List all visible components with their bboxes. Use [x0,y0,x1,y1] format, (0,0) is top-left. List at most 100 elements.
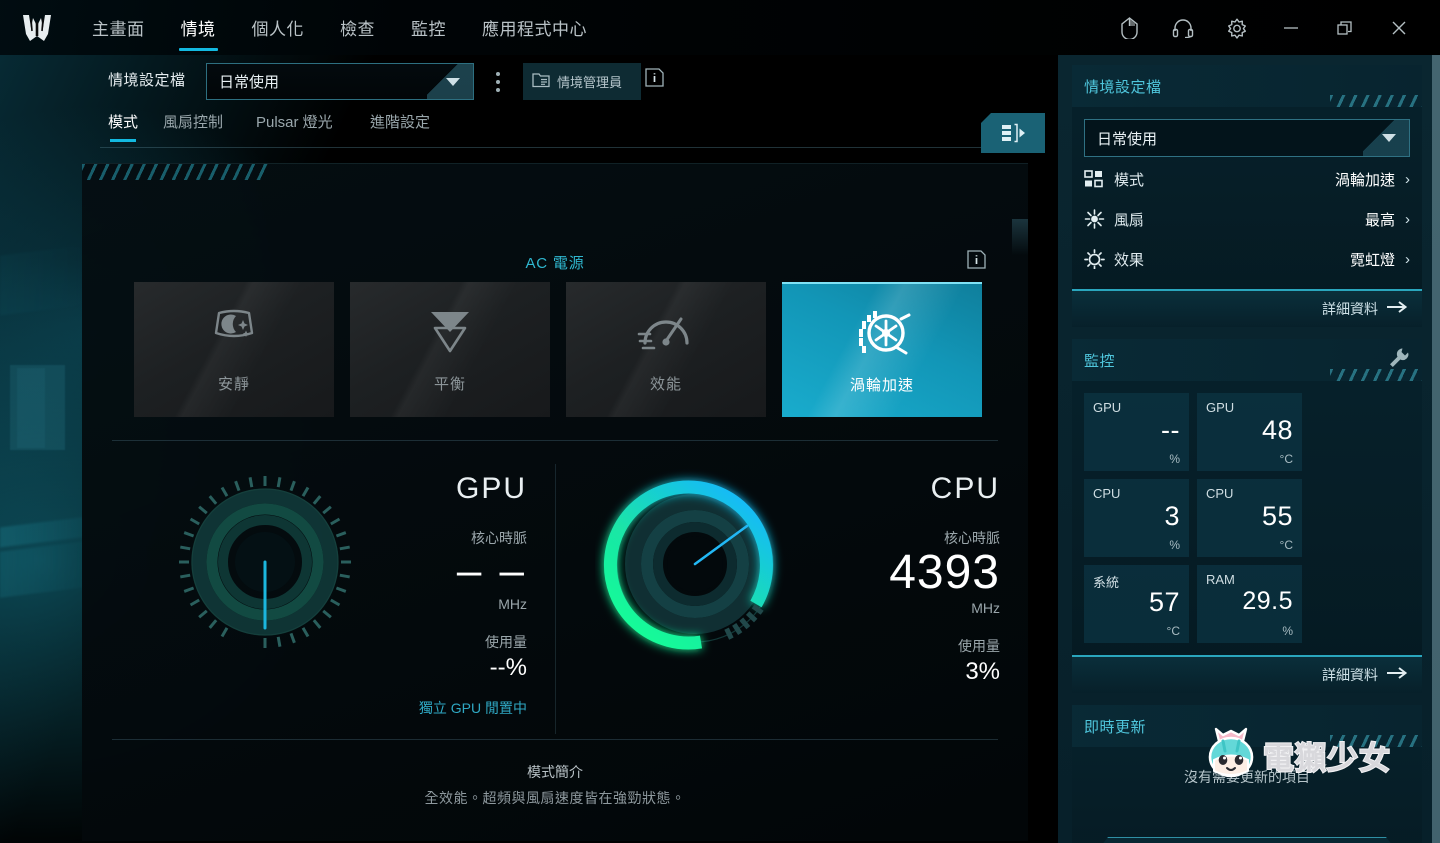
main-navigation: 主畫面 情境 個人化 檢查 監控 應用程式中心 [74,0,605,55]
chevron-down-icon [1382,134,1396,142]
mode-description-body: 全效能。超頻與風扇速度皆在強勁狀態。 [424,790,686,806]
mode-description: 模式簡介 全效能。超頻與風扇速度皆在強勁狀態。 [82,762,1028,808]
chevron-down-icon [446,78,460,86]
title-bar: 主畫面 情境 個人化 檢查 監控 應用程式中心 [0,0,1440,55]
sidebar-monitor-title: 監控 [1084,352,1116,370]
gpu-dial [170,464,360,664]
close-icon[interactable] [1372,0,1426,55]
sidebar-row-fan[interactable]: 風扇 最高 › [1084,201,1410,237]
mode-card-balanced[interactable]: 平衡 [350,282,550,417]
nav-item-home[interactable]: 主畫面 [74,0,163,55]
nav-item-personalize[interactable]: 個人化 [234,0,323,55]
restore-icon[interactable] [1318,0,1372,55]
tile-key: CPU [1206,486,1234,501]
hatch-decoration-right [1012,219,1028,255]
tile-unit: % [1282,624,1293,638]
info-icon[interactable] [967,250,986,274]
sidebar-profile-value: 日常使用 [1097,130,1158,148]
gauge-divider [555,464,556,734]
tab-label: 進階設定 [370,114,431,131]
mode-content-panel: AC 電源 安靜 平衡 效能 渦輪加速 GPU 核心時脈 – – MHz 使用量… [82,163,1028,841]
cpu-clock-value: 4393 [889,546,1000,599]
panel-toggle-icon[interactable] [981,113,1045,153]
sidebar-profile-details-link[interactable]: 詳細資料 [1072,289,1422,327]
gauge-gpu: GPU 核心時脈 – – MHz 使用量 --% 獨立 GPU 閒置中 [82,454,555,744]
mode-card-quiet[interactable]: 安靜 [134,282,334,417]
tile-value: 29.5 [1242,587,1293,615]
sidebar-update-title: 即時更新 [1084,718,1147,736]
nav-label: 應用程式中心 [482,20,587,39]
wrench-icon[interactable] [1388,347,1410,374]
details-label: 詳細資料 [1322,301,1378,317]
sidebar-scrollbar[interactable] [1432,55,1440,843]
gear-icon[interactable] [1210,0,1264,55]
sidebar-profile-title: 情境設定檔 [1084,78,1162,96]
more-options-icon[interactable] [487,65,509,99]
nav-label: 個人化 [251,20,304,39]
tab-label: 模式 [108,114,139,131]
info-icon[interactable] [645,68,664,92]
sidebar-row-effect[interactable]: 效果 霓虹燈 › [1084,241,1410,277]
check-now-button[interactable]: 立即檢查 [1094,837,1400,843]
nav-item-check[interactable]: 檢查 [322,0,393,55]
profile-select[interactable]: 日常使用 [206,63,474,100]
arrow-right-icon [1387,666,1408,684]
tile-value: 48 [1261,415,1293,445]
nav-item-scenario[interactable]: 情境 [163,0,234,55]
mode-grid-icon [1084,170,1114,188]
tile-value: 57 [1148,587,1180,617]
turbo-fan-icon [850,306,914,362]
performance-gauge-icon [637,305,695,361]
sidebar-monitor-details-link[interactable]: 詳細資料 [1072,655,1422,693]
tab-fan-control[interactable]: 風扇控制 [163,111,223,132]
sidebar-row-value: 渦輪加速 [1334,171,1395,189]
scenario-manager-button[interactable]: 情境管理員 [523,63,641,100]
section-divider-bottom [112,739,998,740]
sidebar-monitor-body: GPU -- % GPU 48 °C CPU 3 % CPU 55 °C 系統 … [1072,381,1422,655]
sub-tabs: 模式 風扇控制 Pulsar 燈光 進階設定 [0,107,1058,147]
right-sidebar: 情境設定檔 日常使用 模式 渦輪加速 › 風扇 最高 › 效果 霓虹燈 › 詳細… [1058,55,1440,843]
main-column: 情境設定檔 日常使用 情境管理員 模式 風扇控制 Pulsar 燈光 進階設定 [0,55,1058,843]
mode-card-label: 效能 [649,376,682,393]
nav-label: 情境 [180,20,216,39]
tab-label: Pulsar 燈光 [256,114,333,131]
mode-description-title: 模式簡介 [527,764,583,780]
nav-item-monitor[interactable]: 監控 [393,0,464,55]
mode-card-label: 安靜 [217,376,250,393]
headset-icon[interactable] [1156,0,1210,55]
tile-key: GPU [1093,400,1122,415]
window-controls [1102,0,1440,55]
tab-pulsar-lighting[interactable]: Pulsar 燈光 [256,111,333,132]
watermark-text: 電獺少女 [1262,740,1391,778]
sidebar-profile-panel: 情境設定檔 日常使用 模式 渦輪加速 › 風扇 最高 › 效果 霓虹燈 › 詳細… [1072,65,1422,327]
cpu-usage-value: 3% [965,658,1000,686]
sidebar-profile-select[interactable]: 日常使用 [1084,119,1410,157]
monitor-tile: 系統 57 °C [1084,565,1189,643]
cpu-clock-unit: MHz [971,600,1000,617]
mode-card-turbo[interactable]: 渦輪加速 [782,282,982,417]
monitor-tile: CPU 3 % [1084,479,1189,557]
tab-mode[interactable]: 模式 [108,111,139,142]
gpu-readout: GPU 核心時脈 – – MHz 使用量 --% 獨立 GPU 閒置中 [419,472,527,718]
nav-item-app-center[interactable]: 應用程式中心 [464,0,605,55]
gpu-clock-value: – – [456,546,527,595]
minimize-icon[interactable] [1264,0,1318,55]
sidebar-profile-header: 情境設定檔 [1072,65,1422,107]
sidebar-row-label: 風扇 [1114,211,1145,229]
tile-unit: °C [1166,624,1180,638]
mouse-icon[interactable] [1102,0,1156,55]
details-label: 詳細資料 [1322,667,1378,683]
gpu-usage-value: --% [489,654,527,682]
tile-value: 55 [1261,501,1293,531]
effect-light-icon [1084,249,1114,269]
tile-value: -- [1161,415,1180,445]
mascot-icon [1203,727,1259,784]
tab-advanced[interactable]: 進階設定 [370,111,430,132]
nav-label: 主畫面 [92,20,145,39]
nav-label: 監控 [411,20,446,39]
mode-card-label: 渦輪加速 [849,377,914,394]
mode-card-performance[interactable]: 效能 [566,282,766,417]
tab-label: 風扇控制 [163,114,224,131]
sidebar-row-mode[interactable]: 模式 渦輪加速 › [1084,161,1410,197]
predator-logo-icon [0,13,74,43]
